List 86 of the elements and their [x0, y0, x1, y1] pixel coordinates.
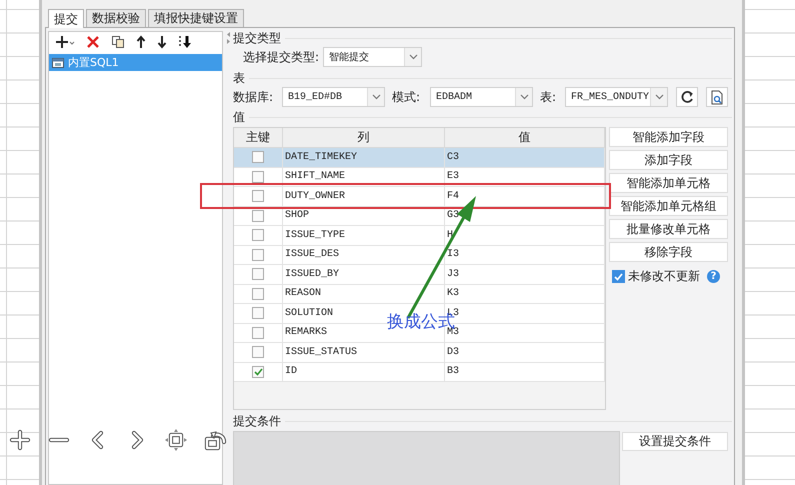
section-heading: 提交类型 — [233, 30, 281, 46]
database-dropdown[interactable]: B19_ED#DB — [282, 87, 385, 107]
splitter-arrows-icon[interactable] — [226, 31, 230, 45]
table-row[interactable]: DATE_TIMEKEY C3 — [234, 148, 605, 168]
checkbox[interactable] — [252, 307, 264, 320]
table-cell: DATE_TIMEKEY — [283, 148, 445, 166]
checkbox[interactable] — [612, 270, 625, 283]
checkbox[interactable] — [252, 366, 264, 378]
chevron-down-icon — [372, 94, 380, 100]
table-row[interactable]: ISSUED_BY J3 — [234, 265, 605, 284]
tab[interactable]: 提交 — [48, 9, 84, 28]
action-button[interactable]: 移除字段 — [609, 242, 728, 262]
refresh-icon — [680, 90, 694, 104]
checkbox[interactable] — [252, 210, 264, 222]
table-cell: ISSUE_TYPE — [283, 226, 445, 244]
table-cell: ID — [283, 362, 445, 381]
field-label: 表: — [540, 88, 558, 106]
arrow-down-icon[interactable] — [157, 35, 167, 49]
table-cell: B3 — [445, 362, 605, 381]
table-cell: SHIFT_NAME — [283, 168, 445, 186]
schema-dropdown[interactable]: EDBADM — [430, 87, 533, 107]
table-cell: J3 — [445, 265, 605, 284]
chevron-down-icon — [654, 94, 664, 100]
table-cell: ISSUED_BY — [283, 265, 445, 284]
tab[interactable]: 填报快捷键设置 — [148, 9, 244, 27]
table-row[interactable]: ISSUE_STATUS D3 — [234, 343, 605, 362]
table-row[interactable]: REASON K3 — [234, 284, 605, 304]
table-cell: E3 — [445, 168, 605, 186]
submit-type-dropdown[interactable]: 智能提交 — [323, 47, 422, 67]
field-label: 数据库: — [233, 88, 274, 106]
checkbox[interactable] — [252, 346, 264, 358]
field-label: 选择提交类型: — [243, 48, 320, 66]
table-row[interactable]: ISSUE_DES I3 — [234, 246, 605, 265]
section-heading: 表 — [233, 70, 245, 86]
action-button[interactable]: 智能添加字段 — [609, 127, 728, 147]
table-cell: ISSUE_STATUS — [283, 343, 445, 362]
table-row[interactable]: ID B3 — [234, 362, 605, 382]
table-cell: REASON — [283, 284, 445, 303]
table-cell: SHOP — [283, 206, 445, 225]
section-heading: 提交条件 — [233, 412, 281, 430]
table-row[interactable]: DUTY_OWNER F4 — [234, 187, 605, 206]
zoom-in-icon[interactable] — [8, 428, 32, 452]
table-cell: H — [445, 226, 605, 244]
document-search-icon — [710, 90, 724, 104]
section-heading: 值 — [233, 108, 245, 126]
chevron-down-icon — [408, 54, 418, 60]
checkbox[interactable] — [252, 268, 264, 280]
add-icon[interactable] — [55, 35, 75, 49]
arrow-up-icon[interactable] — [136, 35, 146, 49]
chevron-down-icon — [520, 94, 528, 100]
table-row[interactable]: ISSUE_TYPE H — [234, 226, 605, 246]
set-conditions-button[interactable]: 设置提交条件 — [622, 432, 728, 451]
table-cell: C3 — [445, 148, 605, 166]
checkbox[interactable] — [252, 170, 264, 183]
table-cell: ISSUE_DES — [283, 246, 445, 264]
table-dropdown[interactable]: FR_MES_ONDUTY — [565, 87, 668, 107]
checkbox[interactable] — [252, 288, 264, 300]
action-button[interactable]: 智能添加单元格组 — [609, 196, 728, 216]
fit-view-icon[interactable] — [164, 428, 188, 452]
table-cell: D3 — [445, 343, 605, 362]
table-cell: I3 — [445, 246, 605, 264]
action-button[interactable]: 智能添加单元格 — [609, 173, 728, 193]
column-header[interactable]: 主键 — [234, 128, 283, 147]
checkbox[interactable] — [252, 190, 264, 202]
checkbox[interactable] — [252, 326, 264, 339]
table-cell: K3 — [445, 284, 605, 303]
tab[interactable]: 数据校验 — [86, 9, 146, 27]
table-icon — [52, 58, 64, 68]
checkbox-label: 未修改不更新 — [628, 268, 700, 285]
check-icon — [614, 272, 623, 280]
delete-icon[interactable] — [86, 35, 100, 49]
list-item-label: 内置SQL1 — [68, 55, 119, 70]
field-label: 模式: — [392, 88, 422, 106]
preview-button[interactable] — [706, 87, 728, 107]
action-button[interactable]: 批量修改单元格 — [609, 219, 728, 239]
checkbox[interactable] — [252, 151, 264, 164]
table-cell: DUTY_OWNER — [283, 187, 445, 206]
check-icon — [254, 368, 262, 376]
action-button[interactable]: 添加字段 — [609, 150, 728, 170]
checkbox[interactable] — [252, 229, 264, 242]
refresh-button[interactable] — [676, 87, 698, 107]
checkbox[interactable] — [252, 248, 264, 261]
copy-icon[interactable] — [111, 35, 125, 49]
column-header[interactable]: 列 — [283, 128, 445, 147]
move-to-bottom-icon[interactable] — [178, 35, 192, 49]
column-header[interactable]: 值 — [445, 128, 605, 147]
